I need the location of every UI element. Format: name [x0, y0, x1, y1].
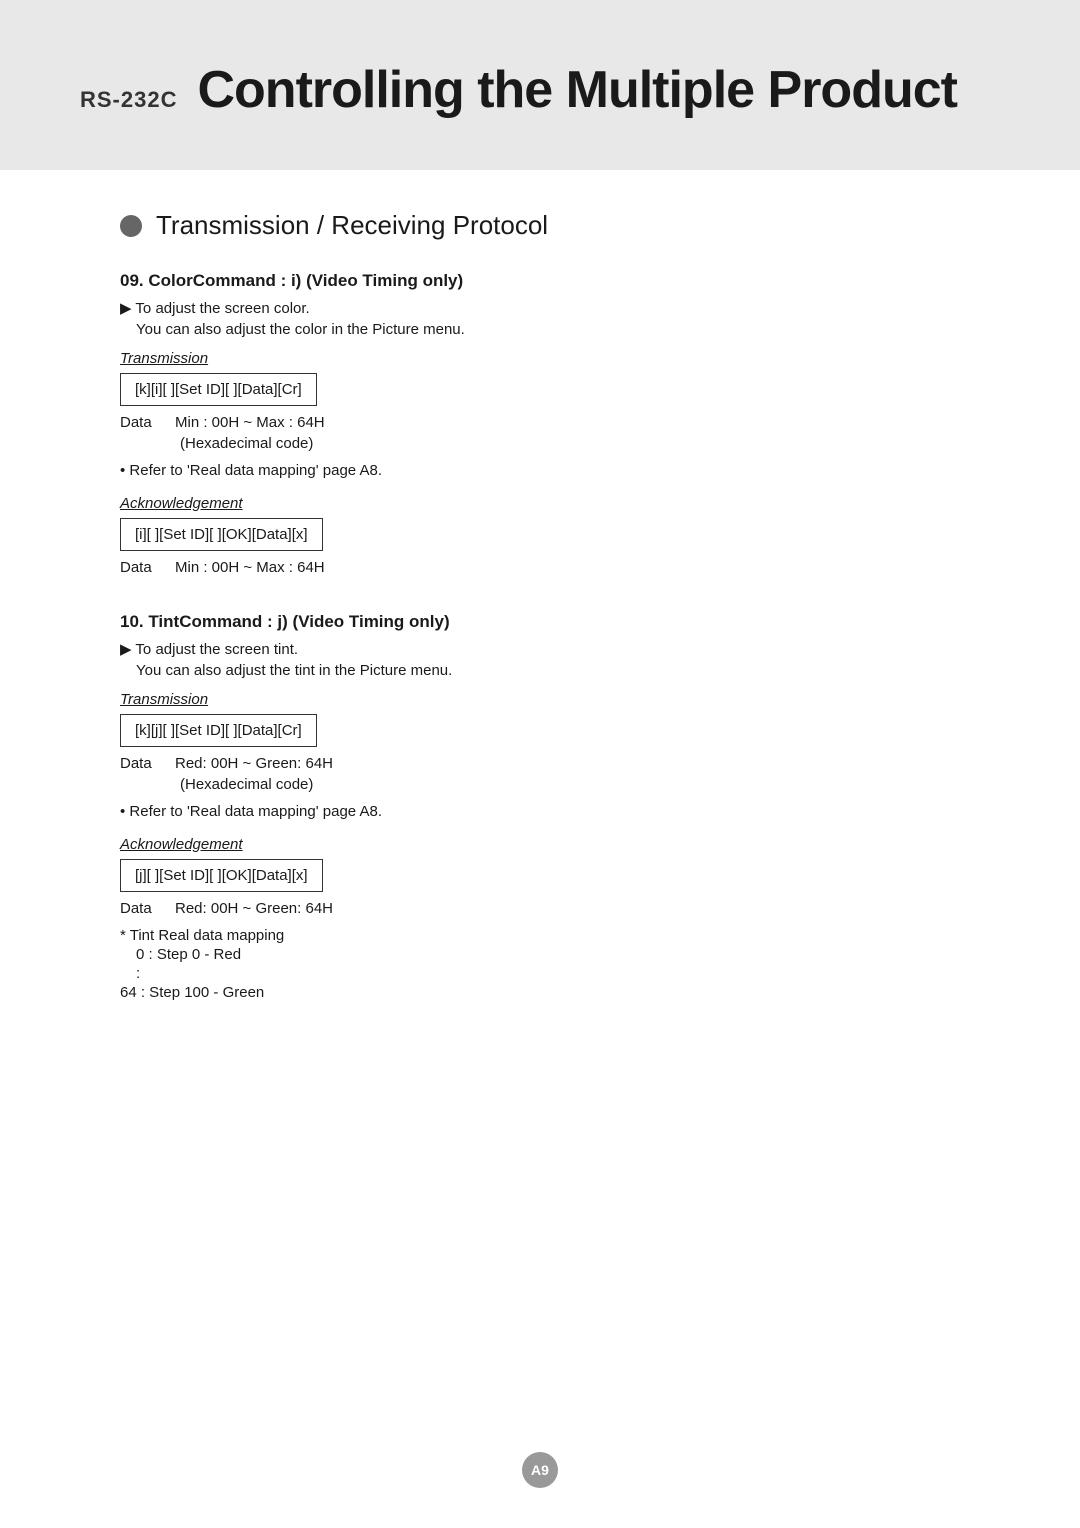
ack-data-row-9: Data Min : 00H ~ Max : 64H [120, 559, 960, 576]
ack-section-9: Acknowledgement [i][ ][Set ID][ ][OK][Da… [120, 495, 960, 576]
tint-note-4: 64 : Step 100 - Green [120, 984, 960, 1001]
section-9-desc1: ▶ To adjust the screen color. [120, 299, 960, 317]
data-row-9: Data Min : 00H ~ Max : 64H [120, 414, 960, 431]
header-section: RS-232C Controlling the Multiple Product [0, 0, 1080, 170]
ack-section-10: Acknowledgement [j][ ][Set ID][ ][OK][Da… [120, 836, 960, 917]
content-area: Transmission / Receiving Protocol 09. Co… [0, 210, 1080, 1097]
section-10-desc1: ▶ To adjust the screen tint. [120, 640, 960, 658]
page-container: RS-232C Controlling the Multiple Product… [0, 0, 1080, 1528]
section-10-title: 10. TintCommand : j) (Video Timing only) [120, 612, 960, 632]
ack-data-range-10: Red: 00H ~ Green: 64H [175, 900, 333, 917]
data-range-9: Min : 00H ~ Max : 64H [175, 414, 325, 431]
data-note-9: (Hexadecimal code) [180, 435, 960, 452]
tint-notes: * Tint Real data mapping 0 : Step 0 - Re… [120, 927, 960, 1001]
data-range-10: Red: 00H ~ Green: 64H [175, 755, 333, 772]
ack-data-label-10: Data [120, 900, 175, 917]
refer-line-10: • Refer to 'Real data mapping' page A8. [120, 803, 960, 820]
ack-code-9: [i][ ][Set ID][ ][OK][Data][x] [120, 518, 323, 551]
ack-label-10: Acknowledgement [120, 836, 960, 853]
transmission-code-10: [k][j][ ][Set ID][ ][Data][Cr] [120, 714, 317, 747]
data-label-10: Data [120, 755, 175, 772]
main-title: Controlling the Multiple Product [197, 60, 956, 120]
section-10-desc2: You can also adjust the tint in the Pict… [136, 662, 960, 679]
ack-data-label-9: Data [120, 559, 175, 576]
section-9-title: 09. ColorCommand : i) (Video Timing only… [120, 271, 960, 291]
section-9: 09. ColorCommand : i) (Video Timing only… [120, 271, 960, 576]
section-9-desc2: You can also adjust the color in the Pic… [136, 321, 960, 338]
ack-data-range-9: Min : 00H ~ Max : 64H [175, 559, 325, 576]
transmission-code-9: [k][i][ ][Set ID][ ][Data][Cr] [120, 373, 317, 406]
protocol-title: Transmission / Receiving Protocol [156, 210, 548, 241]
ack-data-row-10: Data Red: 00H ~ Green: 64H [120, 900, 960, 917]
protocol-header: Transmission / Receiving Protocol [120, 210, 960, 241]
header-top: RS-232C Controlling the Multiple Product [80, 60, 1000, 120]
tint-note-1: * Tint Real data mapping [120, 927, 960, 944]
transmission-label-10: Transmission [120, 691, 960, 708]
rs232c-label: RS-232C [80, 87, 177, 113]
data-note-10: (Hexadecimal code) [180, 776, 960, 793]
data-label-9: Data [120, 414, 175, 431]
transmission-label-9: Transmission [120, 350, 960, 367]
data-row-10: Data Red: 00H ~ Green: 64H [120, 755, 960, 772]
tint-note-2: 0 : Step 0 - Red [136, 946, 960, 963]
section-10: 10. TintCommand : j) (Video Timing only)… [120, 612, 960, 1001]
ack-label-9: Acknowledgement [120, 495, 960, 512]
page-number: A9 [522, 1452, 558, 1488]
ack-code-10: [j][ ][Set ID][ ][OK][Data][x] [120, 859, 323, 892]
tint-note-3: : [136, 965, 960, 982]
protocol-dot-icon [120, 215, 142, 237]
refer-line-9: • Refer to 'Real data mapping' page A8. [120, 462, 960, 479]
